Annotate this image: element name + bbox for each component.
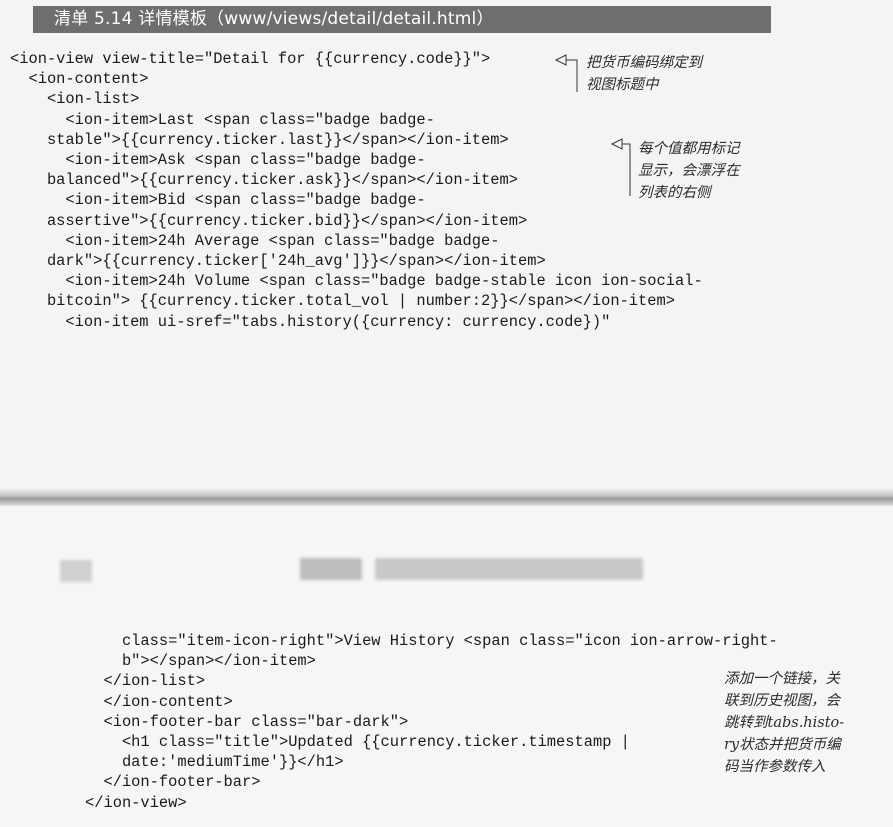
code-line: b"></span></ion-item> [85, 652, 316, 671]
annotation-history-link: 添加一个链接，关 联到历史视图，会 跳转到tabs.histo- ry状态并把货… [724, 671, 845, 775]
blurred-header-mid [300, 558, 362, 580]
code-line: date:'mediumTime'}}</h1> [85, 753, 344, 772]
code-line: </ion-footer-bar> [85, 773, 261, 792]
page-separator [0, 488, 893, 506]
blurred-header-right [375, 558, 643, 580]
code-line: </ion-list> [85, 672, 206, 691]
code-line: <ion-footer-bar class="bar-dark"> [85, 712, 409, 731]
callout-arrow-icon [554, 54, 567, 66]
code-line: </ion-view> [85, 793, 187, 812]
code-block-bottom: class="item-icon-right">View History <sp… [85, 631, 778, 813]
code-line: </ion-content> [85, 692, 233, 711]
code-line: <h1 class="title">Updated {{currency.tic… [85, 733, 630, 752]
callout-arrow-icon [610, 138, 623, 150]
code-line: class="item-icon-right">View History <sp… [85, 632, 778, 650]
blurred-header-left [60, 560, 92, 582]
